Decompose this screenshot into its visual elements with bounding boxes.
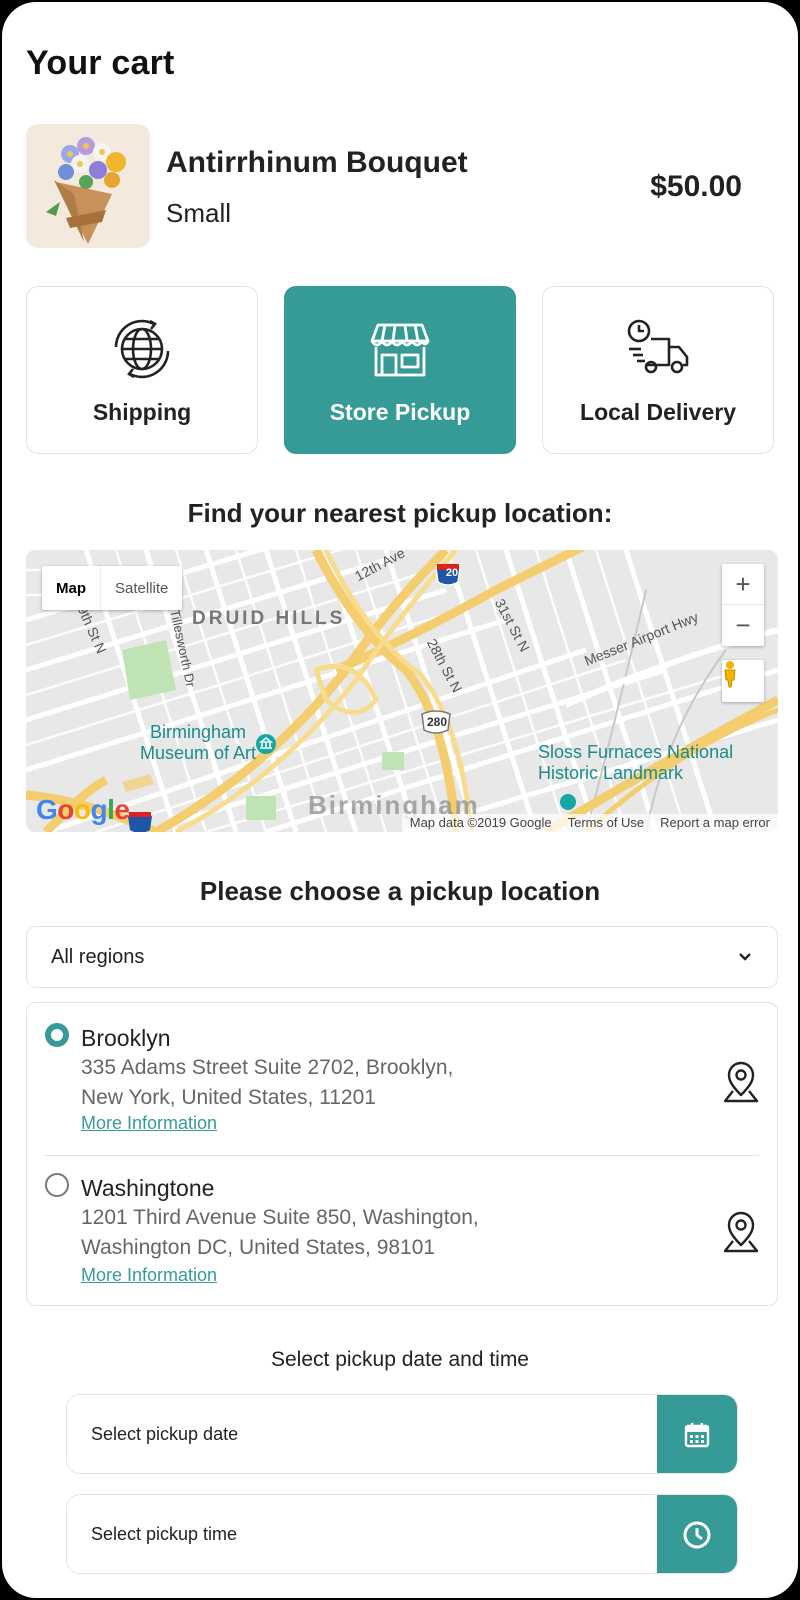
more-information-link[interactable]: More Information <box>81 1265 217 1286</box>
zoom-in-button[interactable]: + <box>722 564 764 605</box>
pickup-time-field[interactable]: Select pickup time <box>66 1494 738 1574</box>
product-size: Small <box>166 198 232 228</box>
satellite-view-button[interactable]: Satellite <box>100 566 182 610</box>
location-radio-brooklyn[interactable] <box>45 1023 69 1047</box>
store-pickup-option[interactable]: Store Pickup <box>284 286 516 454</box>
map-pin-icon[interactable] <box>721 1061 761 1105</box>
location-name: Brooklyn <box>81 1025 171 1051</box>
pickup-time-placeholder: Select pickup time <box>91 1523 238 1544</box>
map-label-druid-hills: DRUID HILLS <box>192 608 346 629</box>
schedule-heading: Select pickup date and time <box>271 1348 529 1371</box>
globe-icon <box>114 319 170 379</box>
zoom-out-button[interactable]: − <box>722 605 764 646</box>
clock-icon <box>683 1521 711 1549</box>
map-attribution: Map data ©2019 Google Terms of Use Repor… <box>401 814 778 832</box>
store-pickup-label: Store Pickup <box>329 399 471 425</box>
storefront-icon <box>370 323 430 377</box>
map-pin-icon[interactable] <box>721 1211 761 1255</box>
pickup-heading: Please choose a pickup location <box>199 876 601 906</box>
map-label-museum: Birmingham Museum of Art <box>140 722 257 763</box>
interstate-280-shield: 280 <box>426 715 448 729</box>
terms-of-use-link[interactable]: Terms of Use <box>560 814 653 832</box>
local-delivery-label: Local Delivery <box>580 399 736 425</box>
shipping-option[interactable]: Shipping <box>26 286 258 454</box>
location-name: Washingtone <box>81 1175 215 1201</box>
zoom-controls: + − <box>722 564 764 646</box>
clock-button[interactable] <box>657 1495 737 1573</box>
calendar-button[interactable] <box>657 1395 737 1473</box>
pickup-location-list: Brooklyn 335 Adams Street Suite 2702, Br… <box>26 1002 778 1306</box>
pickup-date-placeholder: Select pickup date <box>91 1423 239 1444</box>
delivery-truck-icon <box>627 319 689 374</box>
page-title: Your cart <box>26 44 175 82</box>
location-address: 1201 Third Avenue Suite 850, Washington,… <box>81 1206 479 1259</box>
chevron-down-icon <box>739 953 751 961</box>
location-radio-washingtone[interactable] <box>45 1173 69 1197</box>
map-data-credit: Map data ©2019 Google <box>409 815 552 830</box>
location-address: 335 Adams Street Suite 2702, Brooklyn, Ne… <box>81 1056 454 1109</box>
location-washingtone[interactable]: Washingtone 1201 Third Avenue Suite 850,… <box>27 1155 777 1307</box>
cart-screen: Your cart Antirrhinum Bouquet Small $50.… <box>2 2 798 1598</box>
interstate-20-shield: 20 <box>445 567 459 579</box>
location-brooklyn[interactable]: Brooklyn 335 Adams Street Suite 2702, Br… <box>27 1003 777 1155</box>
product-name: Antirrhinum Bouquet <box>166 146 468 179</box>
more-information-link[interactable]: More Information <box>81 1113 217 1134</box>
region-select-value: All regions <box>51 945 145 968</box>
street-view-pegman-icon[interactable] <box>722 660 764 702</box>
pickup-date-field[interactable]: Select pickup date <box>66 1394 738 1474</box>
local-delivery-option[interactable]: Local Delivery <box>542 286 774 454</box>
calendar-icon <box>684 1423 710 1448</box>
pickup-map[interactable]: DRUID HILLS Birmingham Museum of Art Slos… <box>26 550 778 832</box>
map-view-button[interactable]: Map <box>42 566 100 610</box>
product-price: $50.00 <box>650 170 742 203</box>
report-map-error-link[interactable]: Report a map error <box>652 814 778 832</box>
bouquet-thumbnail <box>26 124 150 248</box>
map-heading: Find your nearest pickup location: <box>187 498 613 528</box>
google-logo: Google <box>36 794 130 825</box>
shipping-label: Shipping <box>92 399 192 425</box>
map-label-sloss: Sloss Furnaces National Historic Landmark <box>538 742 734 783</box>
region-select[interactable]: All regions <box>26 926 778 988</box>
map-type-toggle: Map Satellite <box>42 566 183 610</box>
